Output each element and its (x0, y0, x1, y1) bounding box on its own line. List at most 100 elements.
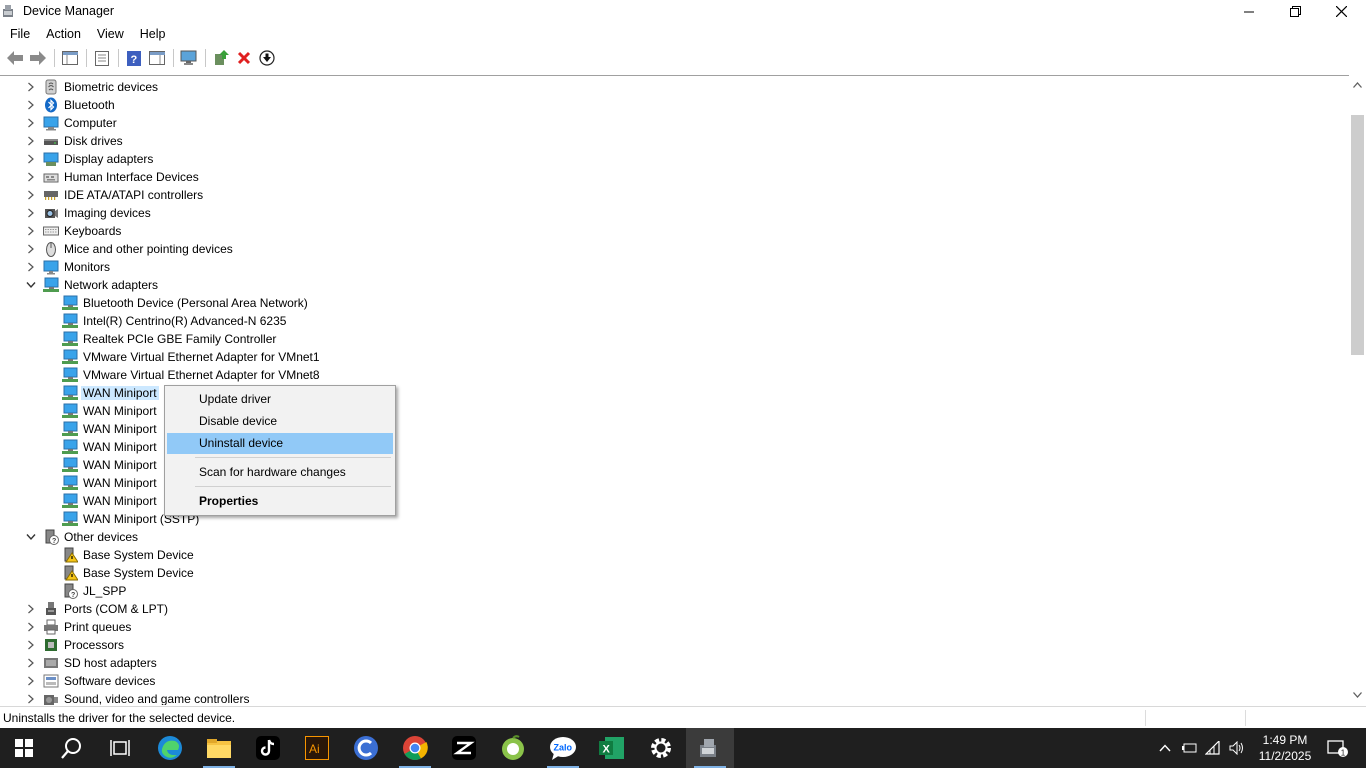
taskbar-edge[interactable] (146, 728, 194, 768)
tree-device[interactable]: Base System Device (0, 546, 1340, 564)
chevron-right-icon[interactable] (24, 205, 38, 221)
tree-category[interactable]: Monitors (0, 258, 1340, 276)
chevron-right-icon[interactable] (24, 79, 38, 95)
chevron-right-icon[interactable] (24, 691, 38, 705)
restore-button[interactable] (1272, 0, 1318, 23)
scroll-thumb[interactable] (1351, 115, 1364, 355)
menu-help[interactable]: Help (134, 24, 172, 44)
chevron-right-icon[interactable] (24, 151, 38, 167)
chevron-right-icon[interactable] (24, 97, 38, 113)
taskbar-app[interactable] (489, 728, 537, 768)
clock[interactable]: 1:49 PM 11/2/2025 (1252, 732, 1318, 764)
chevron-right-icon[interactable] (24, 601, 38, 617)
warning-device-icon (62, 565, 79, 581)
taskbar-zalo[interactable]: Zalo (539, 728, 587, 768)
properties-button[interactable] (91, 47, 113, 69)
tree-device[interactable]: VMware Virtual Ethernet Adapter for VMne… (0, 348, 1340, 366)
chevron-right-icon[interactable] (24, 241, 38, 257)
tree-category[interactable]: Processors (0, 636, 1340, 654)
tree-category[interactable]: Disk drives (0, 132, 1340, 150)
task-view-button[interactable] (96, 728, 144, 768)
tree-category[interactable]: Computer (0, 114, 1340, 132)
chevron-down-icon[interactable] (24, 529, 38, 545)
tree-category[interactable]: IDE ATA/ATAPI controllers (0, 186, 1340, 204)
show-hide-console-tree-button[interactable] (59, 47, 81, 69)
chevron-right-icon[interactable] (24, 187, 38, 203)
back-button[interactable] (4, 47, 26, 69)
menu-file[interactable]: File (4, 24, 36, 44)
taskbar-capcut-desktop[interactable] (440, 728, 488, 768)
chevron-right-icon[interactable] (24, 619, 38, 635)
tree-label: WAN Miniport (83, 458, 157, 472)
taskbar-illustrator[interactable]: Ai (293, 728, 341, 768)
help-button[interactable]: ? (123, 47, 145, 69)
forward-button[interactable] (27, 47, 49, 69)
taskbar-chrome[interactable] (391, 728, 439, 768)
battery-button[interactable] (1178, 728, 1200, 768)
chevron-right-icon[interactable] (24, 259, 38, 275)
taskbar-device-manager[interactable] (686, 728, 734, 768)
tree-category[interactable]: Print queues (0, 618, 1340, 636)
tree-device[interactable]: Intel(R) Centrino(R) Advanced-N 6235 (0, 312, 1340, 330)
minimize-button[interactable] (1226, 0, 1272, 23)
tree-category[interactable]: Sound, video and game controllers (0, 690, 1340, 705)
taskbar-file-explorer[interactable] (195, 728, 243, 768)
chevron-right-icon[interactable] (24, 169, 38, 185)
tree-device[interactable]: Bluetooth Device (Personal Area Network) (0, 294, 1340, 312)
close-button[interactable] (1318, 0, 1364, 23)
taskbar-settings[interactable] (637, 728, 685, 768)
menu-action[interactable]: Action (40, 24, 87, 44)
vertical-scrollbar[interactable] (1349, 75, 1366, 705)
taskbar-excel[interactable]: X (588, 728, 636, 768)
title-bar[interactable]: Device Manager (0, 0, 1366, 23)
start-button[interactable] (0, 728, 48, 768)
uninstall-button[interactable] (233, 47, 255, 69)
scroll-up-arrow[interactable] (1349, 77, 1366, 93)
tree-device[interactable]: Realtek PCIe GBE Family Controller (0, 330, 1340, 348)
tree-device[interactable]: VMware Virtual Ethernet Adapter for VMne… (0, 366, 1340, 384)
tree-category[interactable]: Display adapters (0, 150, 1340, 168)
tree-category[interactable]: Mice and other pointing devices (0, 240, 1340, 258)
tree-category[interactable]: Human Interface Devices (0, 168, 1340, 186)
notification-center-button[interactable]: 1 (1320, 728, 1356, 768)
action-pane-button[interactable] (146, 47, 168, 69)
tree-category[interactable]: Ports (COM & LPT) (0, 600, 1340, 618)
tree-category[interactable]: Keyboards (0, 222, 1340, 240)
chevron-right-icon[interactable] (24, 673, 38, 689)
update-driver-button[interactable] (210, 47, 232, 69)
tree-category[interactable]: SD host adapters (0, 654, 1340, 672)
menu-update-driver[interactable]: Update driver (167, 389, 393, 410)
menu-scan-hardware[interactable]: Scan for hardware changes (167, 462, 393, 483)
chevron-right-icon[interactable] (24, 133, 38, 149)
menu-view[interactable]: View (91, 24, 130, 44)
chevron-right-icon[interactable] (24, 223, 38, 239)
chevron-right-icon[interactable] (24, 115, 38, 131)
tree-category[interactable]: Biometric devices (0, 78, 1340, 96)
menu-properties[interactable]: Properties (167, 491, 393, 512)
tree-category[interactable]: Imaging devices (0, 204, 1340, 222)
show-hidden-icons-button[interactable] (1154, 728, 1176, 768)
back-arrow-icon (7, 51, 23, 65)
chevron-right-icon[interactable] (24, 637, 38, 653)
tree-category[interactable]: ? Other devices (0, 528, 1340, 546)
scroll-down-arrow[interactable] (1349, 687, 1366, 703)
chevron-right-icon[interactable] (24, 655, 38, 671)
disable-device-button[interactable] (256, 47, 278, 69)
taskbar-capcut[interactable] (342, 728, 390, 768)
tree-category[interactable]: Software devices (0, 672, 1340, 690)
volume-button[interactable] (1226, 728, 1248, 768)
menu-disable-device[interactable]: Disable device (167, 411, 393, 432)
window-title: Device Manager (23, 4, 115, 18)
menu-uninstall-device[interactable]: Uninstall device (167, 433, 393, 454)
tree-device[interactable]: ? JL_SPP (0, 582, 1340, 600)
taskbar-tiktok[interactable] (244, 728, 292, 768)
update-driver-icon (215, 50, 229, 65)
scan-hardware-button[interactable] (178, 47, 200, 69)
keyboard-icon (43, 223, 59, 239)
search-button[interactable] (48, 728, 96, 768)
tree-category[interactable]: Bluetooth (0, 96, 1340, 114)
chevron-down-icon[interactable] (24, 277, 38, 293)
tree-device[interactable]: Base System Device (0, 564, 1340, 582)
tree-category[interactable]: Network adapters (0, 276, 1340, 294)
network-button[interactable] (1202, 728, 1224, 768)
